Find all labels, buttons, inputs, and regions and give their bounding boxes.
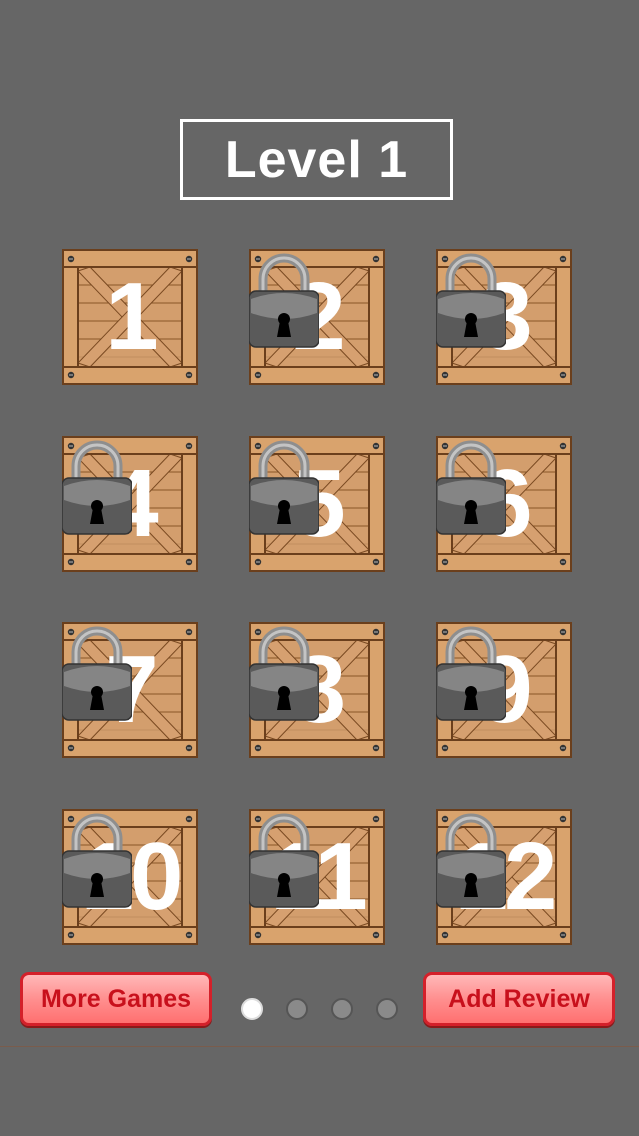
level-crate-7[interactable]: 7 bbox=[62, 622, 198, 758]
padlock-icon bbox=[62, 626, 132, 721]
padlock-icon bbox=[62, 813, 132, 908]
padlock-icon bbox=[62, 440, 132, 535]
page-indicator bbox=[240, 998, 400, 1022]
page-dot-2[interactable] bbox=[286, 998, 308, 1020]
page-dot-3[interactable] bbox=[331, 998, 353, 1020]
padlock-icon bbox=[249, 626, 319, 721]
add-review-button[interactable]: Add Review bbox=[423, 972, 615, 1026]
level-crate-3[interactable]: 3 bbox=[436, 249, 572, 385]
level-crate-2[interactable]: 2 bbox=[249, 249, 385, 385]
padlock-icon bbox=[436, 440, 506, 535]
level-crate-9[interactable]: 9 bbox=[436, 622, 572, 758]
bottom-divider bbox=[0, 1046, 639, 1047]
level-crate-11[interactable]: 11 bbox=[249, 809, 385, 945]
level-grid: 1 2 bbox=[0, 0, 639, 960]
padlock-icon bbox=[436, 253, 506, 348]
padlock-icon bbox=[249, 813, 319, 908]
level-crate-10[interactable]: 10 bbox=[62, 809, 198, 945]
page-dot-4[interactable] bbox=[376, 998, 398, 1020]
padlock-icon bbox=[436, 813, 506, 908]
more-games-button[interactable]: More Games bbox=[20, 972, 212, 1026]
page-dot-1[interactable] bbox=[241, 998, 263, 1020]
level-number: 1 bbox=[105, 263, 158, 370]
level-crate-6[interactable]: 6 bbox=[436, 436, 572, 572]
padlock-icon bbox=[249, 440, 319, 535]
level-crate-4[interactable]: 4 bbox=[62, 436, 198, 572]
level-crate-12[interactable]: 12 bbox=[436, 809, 572, 945]
level-crate-8[interactable]: 8 bbox=[249, 622, 385, 758]
padlock-icon bbox=[436, 626, 506, 721]
level-crate-5[interactable]: 5 bbox=[249, 436, 385, 572]
padlock-icon bbox=[249, 253, 319, 348]
level-crate-1[interactable]: 1 bbox=[62, 249, 198, 385]
level-select-screen: { "title": "Level 1", "levels": [ {"numb… bbox=[0, 0, 639, 1136]
